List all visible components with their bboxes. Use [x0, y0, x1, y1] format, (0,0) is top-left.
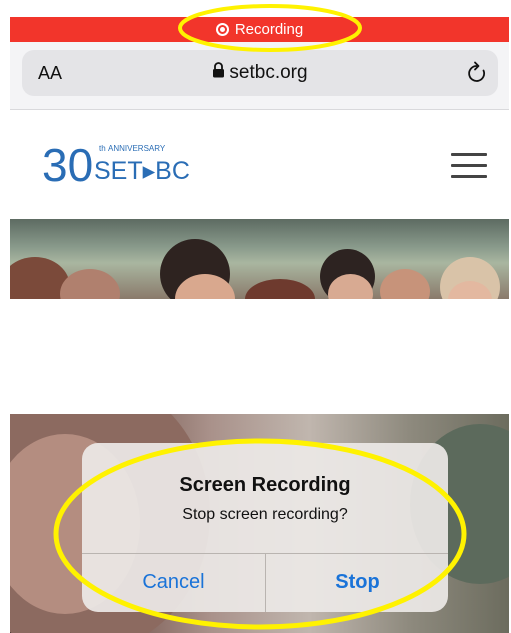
- cancel-button[interactable]: Cancel: [82, 553, 265, 612]
- browser-screenshot: Recording AA setbc.org 30 th ANNIVERSARY…: [10, 0, 509, 299]
- alert-title: Screen Recording: [179, 474, 351, 496]
- setbc-logo[interactable]: 30 th ANNIVERSARY SET▸BC: [40, 137, 200, 194]
- recording-label: Recording: [234, 21, 304, 38]
- stop-button[interactable]: Stop: [266, 553, 448, 612]
- logo-superscript: th: [99, 144, 106, 153]
- reload-icon[interactable]: [466, 61, 488, 90]
- recording-status-bar[interactable]: Recording: [10, 17, 509, 42]
- address-bar[interactable]: AA setbc.org: [22, 50, 498, 96]
- stop-recording-alert: Screen Recording Stop screen recording? …: [82, 443, 448, 612]
- hero-photo: [10, 219, 509, 299]
- hamburger-menu-icon[interactable]: [451, 153, 487, 179]
- url-text[interactable]: setbc.org: [229, 62, 307, 83]
- alert-message: Stop screen recording?: [182, 506, 348, 523]
- browser-toolbar: AA setbc.org: [10, 42, 509, 110]
- logo-anniversary: ANNIVERSARY: [108, 144, 166, 153]
- record-icon: [215, 23, 229, 36]
- lock-icon: [212, 62, 225, 84]
- logo-number: 30: [42, 139, 93, 189]
- site-header: 30 th ANNIVERSARY SET▸BC: [10, 111, 509, 219]
- logo-name: SET▸BC: [94, 157, 190, 185]
